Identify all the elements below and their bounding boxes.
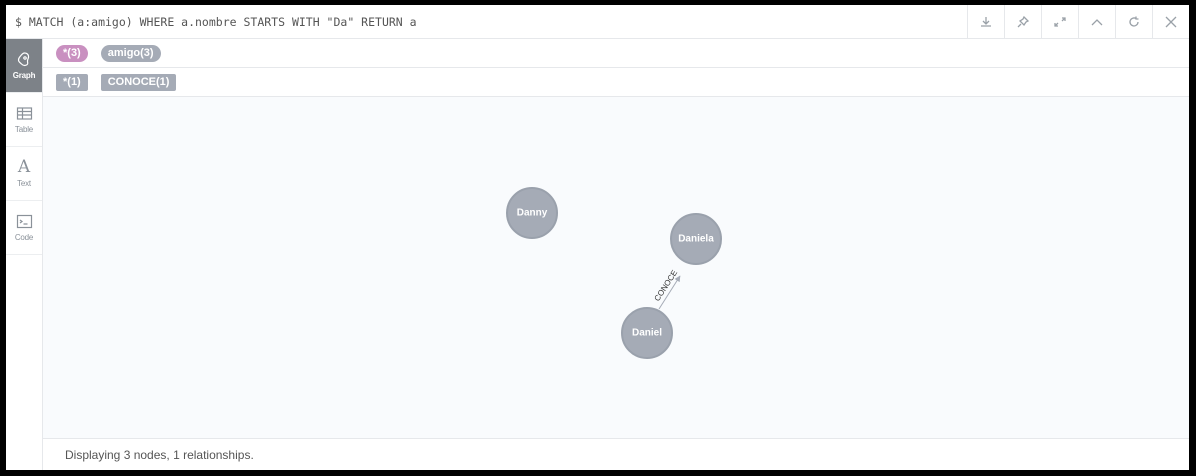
- status-bar: Displaying 3 nodes, 1 relationships.: [43, 438, 1189, 470]
- tab-table-label: Table: [14, 125, 34, 134]
- legend-all-nodes[interactable]: *(3): [56, 44, 88, 62]
- relationship-legend: *(1) CONOCE(1): [43, 68, 1189, 97]
- pin-button[interactable]: [1004, 5, 1041, 39]
- node-danny[interactable]: Danny: [506, 187, 558, 239]
- relationship-conoce[interactable]: CONOCE: [653, 268, 681, 310]
- frame-toolbar: [967, 5, 1189, 39]
- pin-icon: [1017, 15, 1030, 28]
- tab-text-label: Text: [17, 179, 31, 188]
- tab-graph[interactable]: Graph: [6, 39, 42, 93]
- label-legend: *(3) amigo(3): [43, 39, 1189, 68]
- download-icon: [981, 17, 991, 27]
- node-label: Danny: [517, 208, 548, 219]
- node-daniel[interactable]: Daniel: [621, 307, 673, 359]
- text-icon: A: [17, 157, 31, 177]
- code-icon: [16, 214, 32, 229]
- legend-conoce[interactable]: CONOCE(1): [100, 73, 177, 91]
- tab-graph-label: Graph: [12, 71, 36, 80]
- download-button[interactable]: [967, 5, 1004, 39]
- table-icon: [16, 107, 32, 120]
- rerun-icon: [1129, 16, 1139, 27]
- node-label: Daniela: [678, 234, 714, 245]
- tab-code[interactable]: Code: [6, 201, 42, 255]
- rerun-button[interactable]: [1115, 5, 1152, 39]
- collapse-button[interactable]: [1078, 5, 1115, 39]
- node-label: Daniel: [632, 328, 662, 339]
- graph-svg[interactable]: CONOCE Danny Daniela Daniel: [43, 97, 1189, 438]
- graph-canvas[interactable]: CONOCE Danny Daniela Daniel: [43, 97, 1189, 438]
- query-bar: $ MATCH (a:amigo) WHERE a.nombre STARTS …: [6, 5, 1189, 39]
- expand-button[interactable]: [1041, 5, 1078, 39]
- tab-text[interactable]: A Text: [6, 147, 42, 201]
- result-frame: $ MATCH (a:amigo) WHERE a.nombre STARTS …: [6, 5, 1189, 470]
- legend-all-relationships[interactable]: *(1): [56, 73, 88, 91]
- node-daniela[interactable]: Daniela: [670, 213, 722, 265]
- query-text[interactable]: $ MATCH (a:amigo) WHERE a.nombre STARTS …: [15, 15, 417, 29]
- close-button[interactable]: [1152, 5, 1189, 39]
- close-icon: [1165, 16, 1177, 28]
- status-text: Displaying 3 nodes, 1 relationships.: [65, 448, 254, 462]
- view-sidebar: Graph Table A Text Code: [6, 39, 43, 470]
- legend-amigo[interactable]: amigo(3): [100, 44, 161, 62]
- graph-icon: [17, 52, 29, 67]
- tab-code-label: Code: [14, 233, 34, 242]
- expand-icon: [1054, 17, 1066, 27]
- tab-table[interactable]: Table: [6, 93, 42, 147]
- collapse-up-icon: [1091, 19, 1103, 26]
